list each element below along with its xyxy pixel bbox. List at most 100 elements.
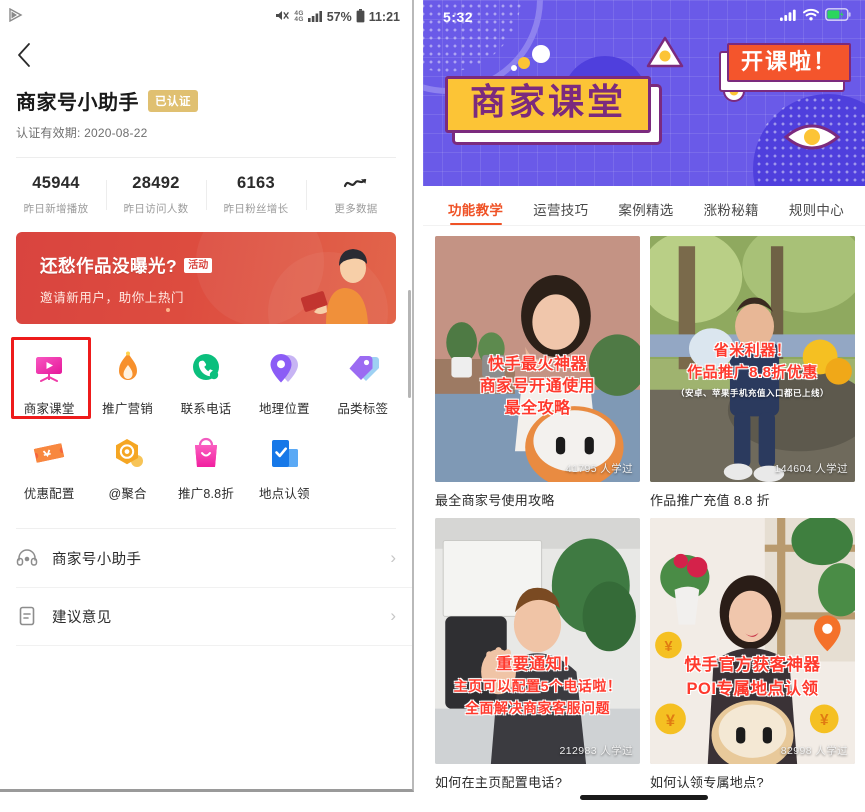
tab-function-teaching[interactable]: 功能教学	[433, 199, 518, 225]
account-header: 商家号小助手 已认证 认证有效期: 2020-08-22	[0, 72, 412, 141]
course-card-title: 如何认领专属地点?	[650, 775, 764, 790]
course-card-title: 最全商家号使用攻略	[435, 493, 555, 508]
thumbnail-overlay-line: 快手官方获客神器	[684, 656, 821, 674]
verified-badge: 已认证	[148, 89, 198, 112]
battery-icon	[356, 8, 365, 26]
tab-fan-growth[interactable]: 涨粉秘籍	[689, 199, 774, 225]
shopping-bag-icon	[188, 435, 224, 471]
thumbnail-overlay-line: （安卓、苹果手机充值入口都已上线）	[675, 388, 829, 398]
tab-rules-center[interactable]: 规则中心	[774, 199, 859, 225]
grid-item-place-claim[interactable]: 地点认领	[245, 427, 323, 512]
svg-text:¥: ¥	[666, 712, 676, 730]
grid-item-label: 商家课堂	[23, 402, 75, 416]
play-triangle-icon	[8, 7, 24, 27]
stat-label: 昨日粉丝增长	[223, 203, 289, 215]
trend-line-icon	[306, 174, 406, 193]
stat-item[interactable]: 6163 昨日粉丝增长	[206, 174, 306, 216]
grid-item-label: 地点认领	[258, 487, 310, 501]
stat-label: 昨日访问人数	[123, 203, 189, 215]
thumbnail-overlay-line: 省米利器！	[713, 342, 792, 359]
signal-bars-icon	[780, 8, 797, 26]
thumbnail-overlay-line: 重要通知！	[496, 656, 579, 673]
back-button[interactable]	[0, 34, 412, 72]
at-hexagon-icon	[110, 435, 146, 471]
grid-item-merchant-class[interactable]: 商家课堂	[10, 337, 91, 427]
thumbnail-overlay-line: 主页可以配置5个电话啦！	[453, 678, 622, 694]
thumbnail-overlay-line: POI专属地点认领	[686, 680, 819, 698]
grid-item-promotion[interactable]: 推广营销	[88, 342, 166, 427]
stat-label: 更多数据	[334, 203, 378, 215]
stat-value: 45944	[32, 174, 80, 192]
feedback-doc-icon	[16, 605, 38, 627]
list-item-merchant-assistant[interactable]: 商家号小助手 ›	[0, 529, 412, 587]
course-card[interactable]: 快手最火神器 商家号开通使用 最全攻略 41795 人学过 最全商家号使用攻略	[435, 236, 640, 509]
course-thumbnail[interactable]: 快手最火神器 商家号开通使用 最全攻略 41795 人学过	[435, 236, 640, 482]
grid-item-label: 推广营销	[102, 402, 153, 416]
course-thumbnail[interactable]: ¥ ¥ ¥ 快手官方获客神器 POI专属地点认领 82998 人学过	[650, 518, 855, 764]
thumbnail-overlay-line: 商家号开通使用	[479, 378, 596, 395]
grid-item-empty	[324, 427, 402, 512]
course-banner: 5:32 开课啦！ 商家课堂	[423, 0, 865, 186]
screenshot-stage: 4G 4G 57% 11:21 商家号小助手 已认证 认证有效期: 2020-0…	[0, 0, 865, 812]
home-indicator[interactable]	[580, 795, 708, 800]
verify-validity-label: 认证有效期: 2020-08-22	[16, 126, 148, 140]
mute-icon	[275, 9, 290, 25]
promo-text-group: 还愁作品没曝光? 活动 邀请新用户，助你上热门	[40, 253, 213, 306]
grid-row: 商家课堂 推广营销 联系电话 地理位置 品类标签	[10, 337, 402, 427]
list-item-feedback[interactable]: 建议意见 ›	[0, 587, 412, 645]
clock-label: 5:32	[443, 9, 474, 25]
grid-item-label: @聚合	[108, 487, 147, 501]
stat-item[interactable]: 45944 昨日新增播放	[6, 174, 106, 216]
course-thumbnail[interactable]: 省米利器！ 作品推广8.8折优惠 （安卓、苹果手机充值入口都已上线） 14460…	[650, 236, 855, 482]
more-data-button[interactable]: 更多数据	[306, 174, 406, 216]
banner-cta-label: 开课啦！	[740, 49, 837, 74]
title-row: 商家号小助手 已认证	[16, 86, 396, 115]
phone-icon	[188, 350, 224, 386]
promo-subtext: 邀请新用户，助你上热门	[40, 291, 185, 305]
thumbnail-overlay-line: 全面解决商家客服问题	[465, 700, 610, 716]
map-pin-icon	[266, 350, 302, 386]
course-thumbnail[interactable]: 重要通知！ 主页可以配置5个电话啦！ 全面解决商家客服问题 212983 人学过	[435, 518, 640, 764]
signal-bars-icon	[307, 10, 323, 25]
grid-item-contact-phone[interactable]: 联系电话	[167, 342, 245, 427]
right-status-bar: 5:32	[423, 0, 865, 34]
list-item-label: 商家号小助手	[52, 551, 142, 568]
status-app-icon-group	[8, 7, 24, 27]
grid-item-label: 地理位置	[258, 402, 310, 416]
tag-icon	[345, 350, 381, 386]
grid-item-at-aggregate[interactable]: @聚合	[88, 427, 166, 512]
grid-item-label: 优惠配置	[23, 487, 75, 501]
course-card-title: 如何在主页配置电话?	[435, 775, 563, 790]
tab-case-studies[interactable]: 案例精选	[603, 199, 688, 225]
network-type-icon: 4G 4G	[294, 10, 304, 23]
stat-item[interactable]: 28492 昨日访问人数	[106, 174, 206, 216]
course-card-title: 作品推广充值 8.8 折	[650, 493, 770, 508]
view-count-label: 144604 人学过	[774, 463, 848, 475]
projector-screen-icon	[31, 350, 67, 386]
battery-percent-label: 57%	[326, 10, 352, 24]
coupon-ticket-icon	[31, 435, 67, 471]
grid-item-category-tag[interactable]: 品类标签	[324, 342, 402, 427]
back-chevron-icon	[18, 43, 30, 67]
left-phone-panel: 4G 4G 57% 11:21 商家号小助手 已认证 认证有效期: 2020-0…	[0, 0, 414, 792]
page-title: 商家号小助手	[16, 92, 139, 114]
grid-item-location[interactable]: 地理位置	[245, 342, 323, 427]
banner-decor-beads	[511, 45, 550, 71]
grid-item-coupon-config[interactable]: 优惠配置	[10, 427, 88, 512]
banner-decor-eye	[783, 124, 841, 150]
tab-operation-skills[interactable]: 运营技巧	[518, 199, 603, 225]
flame-icon	[110, 350, 146, 386]
view-count-label: 212983 人学过	[559, 745, 633, 757]
promo-illustration	[300, 249, 368, 324]
category-tabs: 功能教学 运营技巧 案例精选 涨粉秘籍 规则中心	[423, 186, 865, 226]
grid-item-promotion-discount[interactable]: 推广8.8折	[167, 427, 245, 512]
course-card[interactable]: 重要通知！ 主页可以配置5个电话啦！ 全面解决商家客服问题 212983 人学过…	[435, 518, 640, 791]
course-card[interactable]: 省米利器！ 作品推广8.8折优惠 （安卓、苹果手机充值入口都已上线） 14460…	[650, 236, 855, 509]
status-right-group: 4G 4G 57% 11:21	[275, 8, 400, 26]
vertical-scrollbar[interactable]	[408, 290, 411, 398]
left-status-bar: 4G 4G 57% 11:21	[0, 0, 412, 34]
promo-banner[interactable]: 还愁作品没曝光? 活动 邀请新用户，助你上热门	[16, 232, 396, 324]
course-card[interactable]: ¥ ¥ ¥ 快手官方获客神器 POI专属地点认领 82998 人学过 如何认领专…	[650, 518, 855, 791]
svg-text:¥: ¥	[664, 639, 672, 655]
grid-item-label: 品类标签	[337, 402, 389, 416]
